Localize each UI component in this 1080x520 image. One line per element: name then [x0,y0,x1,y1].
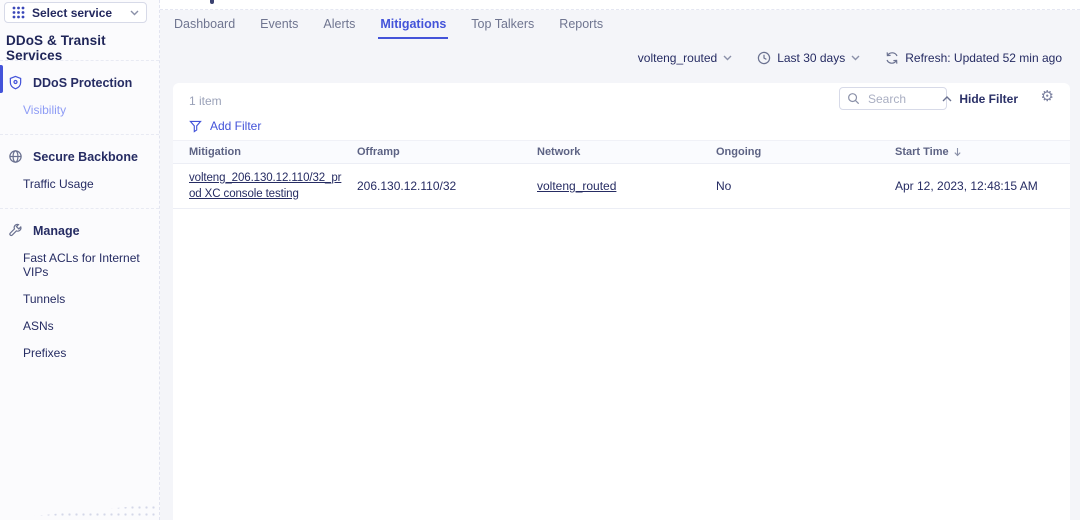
search-box[interactable] [839,87,947,110]
sidebar-item-fast-acls[interactable]: Fast ACLs for Internet VIPs [23,251,153,279]
sidebar-heading-label: Manage [33,224,80,238]
add-filter-label: Add Filter [210,119,261,133]
sidebar-nav: DDoS Protection Visibility Secure Backbo… [0,60,159,377]
table-header-row: Mitigation Offramp Network Ongoing Start… [173,140,1070,164]
cell-offramp: 206.130.12.110/32 [357,179,537,193]
sidebar-item-visibility[interactable]: Visibility [23,103,66,117]
sidebar-section-secure-backbone: Secure Backbone Traffic Usage [0,134,159,208]
column-header-network[interactable]: Network [537,146,716,158]
tab-alerts[interactable]: Alerts [321,11,357,39]
sort-descending-icon [954,147,961,157]
gear-icon[interactable]: ⚙ [1041,89,1054,104]
sidebar-section-ddos-protection: DDoS Protection Visibility [0,60,159,134]
mitigations-table: Mitigation Offramp Network Ongoing Start… [173,140,1070,209]
time-range-value: Last 30 days [777,51,845,65]
hide-filter-button[interactable]: Hide Filter [942,92,1018,106]
sidebar-heading-label: DDoS Protection [33,76,132,90]
sidebar-item-tunnels[interactable]: Tunnels [23,292,65,306]
chevron-down-icon [130,10,139,16]
column-header-mitigation[interactable]: Mitigation [189,146,357,158]
hide-filter-label: Hide Filter [959,92,1018,106]
sidebar-heading-ddos-protection[interactable]: DDoS Protection [0,69,159,90]
tab-bar: Dashboard Events Alerts Mitigations Top … [172,11,605,40]
sidebar-item-traffic-usage[interactable]: Traffic Usage [23,177,94,191]
column-header-offramp[interactable]: Offramp [357,146,537,158]
refresh-icon [885,51,899,65]
search-input[interactable] [866,91,939,107]
refresh-status-text: Refresh: Updated 52 min ago [905,51,1062,65]
add-filter-button[interactable]: Add Filter [189,119,261,133]
app-grid-icon [12,6,25,19]
network-selector[interactable]: volteng_routed [638,51,732,65]
network-link[interactable]: volteng_routed [537,179,616,193]
chevron-down-icon [723,55,732,61]
chevron-up-icon [942,96,952,102]
header-controls: volteng_routed Last 30 days Refresh: Upd… [638,49,1062,67]
cell-start-time: Apr 12, 2023, 12:48:15 AM [895,179,1070,193]
mitigation-link[interactable]: volteng_206.130.12.110/32_prod XC consol… [189,164,347,208]
column-header-ongoing[interactable]: Ongoing [716,146,895,158]
wrench-icon [8,223,23,238]
mitigations-panel: 1 item Hide Filter ⚙ Add Filter Mitigati… [173,83,1070,520]
sidebar-dot-texture [24,504,157,519]
sidebar-item-asns[interactable]: ASNs [23,319,54,333]
tab-dashboard[interactable]: Dashboard [172,11,237,39]
sidebar-heading-manage[interactable]: Manage [0,217,159,238]
item-count: 1 item [189,94,222,108]
refresh-control[interactable]: Refresh: Updated 52 min ago [885,51,1062,65]
table-row[interactable]: volteng_206.130.12.110/32_prod XC consol… [173,164,1070,209]
sidebar-heading-secure-backbone[interactable]: Secure Backbone [0,143,159,164]
cell-ongoing: No [716,179,895,193]
time-range-selector[interactable]: Last 30 days [757,51,860,65]
sidebar-item-prefixes[interactable]: Prefixes [23,346,66,360]
cell-network: volteng_routed [537,179,716,193]
service-selector[interactable]: Select service [4,2,147,23]
tab-top-talkers[interactable]: Top Talkers [469,11,536,39]
chevron-down-icon [851,55,860,61]
clipped-page-title-remnant [210,0,214,4]
filter-funnel-icon [189,120,202,133]
sidebar-heading-label: Secure Backbone [33,150,138,164]
column-header-start-time[interactable]: Start Time [895,146,1070,158]
globe-icon [8,149,23,164]
shield-icon [8,75,23,90]
cell-mitigation: volteng_206.130.12.110/32_prod XC consol… [189,164,357,208]
sidebar: Select service DDoS & Transit Services D… [0,0,160,520]
tab-reports[interactable]: Reports [557,11,605,39]
search-icon [847,92,860,105]
sidebar-title: DDoS & Transit Services [6,33,159,63]
sidebar-section-manage: Manage Fast ACLs for Internet VIPs Tunne… [0,208,159,377]
service-selector-label: Select service [32,6,123,20]
app-root: { "colors": { "accent": "#4353d9", "text… [0,0,1080,520]
tab-events[interactable]: Events [258,11,300,39]
top-header-strip [160,0,1080,10]
clock-icon [757,51,771,65]
network-selector-value: volteng_routed [638,51,717,65]
tab-mitigations[interactable]: Mitigations [378,11,448,39]
